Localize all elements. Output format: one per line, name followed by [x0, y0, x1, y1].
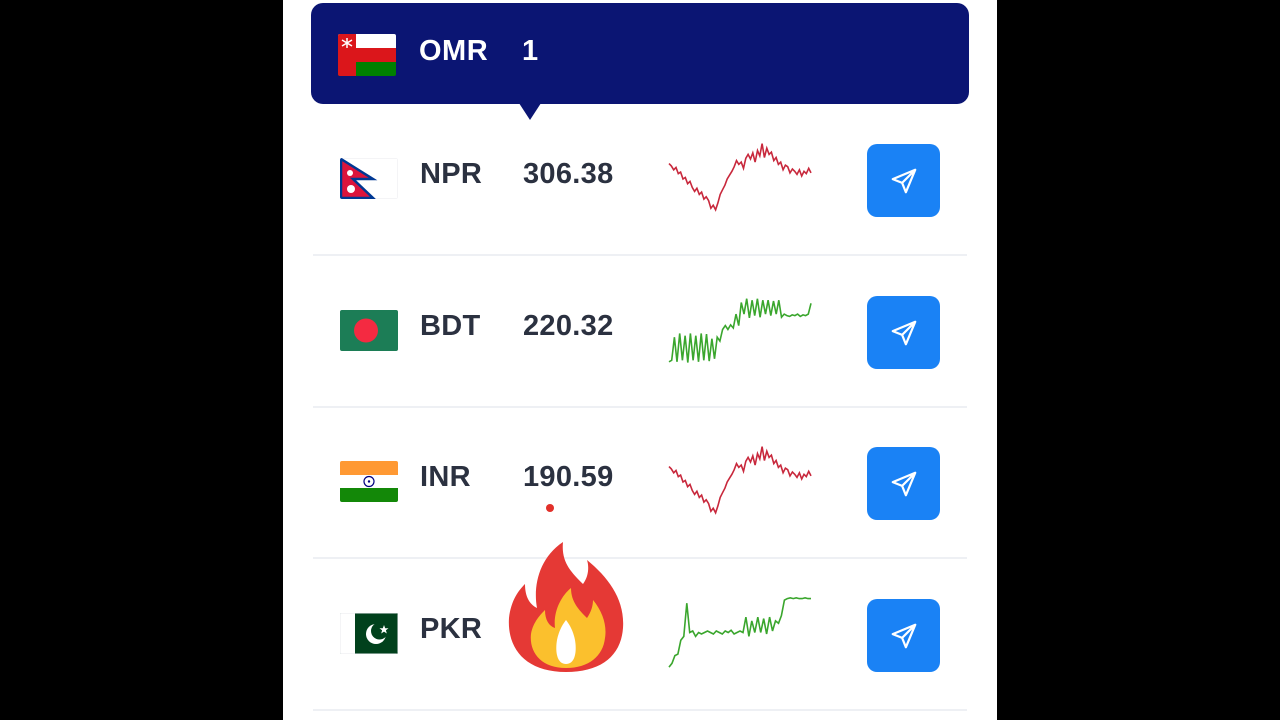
currency-code: PKR [420, 613, 483, 645]
send-icon [891, 623, 916, 648]
base-currency-code: OMR [419, 35, 489, 67]
row-divider [313, 254, 967, 256]
fire-emoji-icon [508, 542, 624, 672]
pakistan-flag-icon [340, 613, 398, 654]
nepal-flag-icon [340, 158, 398, 199]
india-flag-icon [340, 461, 398, 502]
currency-row-bdt[interactable]: BDT 220.32 [283, 257, 997, 408]
currency-row-pkr[interactable]: PKR [283, 560, 997, 711]
trend-sparkline [668, 298, 812, 363]
currency-code: NPR [420, 158, 483, 190]
send-button[interactable] [867, 296, 940, 369]
currency-row-npr[interactable]: NPR 306.38 [283, 105, 997, 256]
send-icon [891, 471, 916, 496]
trend-sparkline [668, 143, 812, 212]
base-amount[interactable]: 1 [522, 35, 538, 68]
currency-rate: 306.38 [523, 158, 614, 190]
send-button[interactable] [867, 599, 940, 672]
send-icon [891, 320, 916, 345]
send-button[interactable] [867, 144, 940, 217]
red-dot [546, 504, 554, 512]
base-currency-header[interactable]: OMR 1 [311, 3, 969, 104]
row-divider [313, 709, 967, 711]
currency-code: BDT [420, 310, 481, 342]
oman-flag-icon [338, 34, 396, 76]
send-button[interactable] [867, 447, 940, 520]
currency-rate: 190.59 [523, 461, 614, 493]
currency-code: INR [420, 461, 471, 493]
trend-sparkline [668, 446, 812, 515]
send-icon [891, 168, 916, 193]
row-divider [313, 557, 967, 559]
currency-panel: OMR 1 NPR 306.38 BDT 220.32 INR 190.59 P… [283, 0, 997, 720]
bangladesh-flag-icon [340, 310, 398, 351]
currency-rate: 220.32 [523, 310, 614, 342]
trend-sparkline [668, 596, 811, 668]
currency-row-inr[interactable]: INR 190.59 [283, 408, 997, 559]
